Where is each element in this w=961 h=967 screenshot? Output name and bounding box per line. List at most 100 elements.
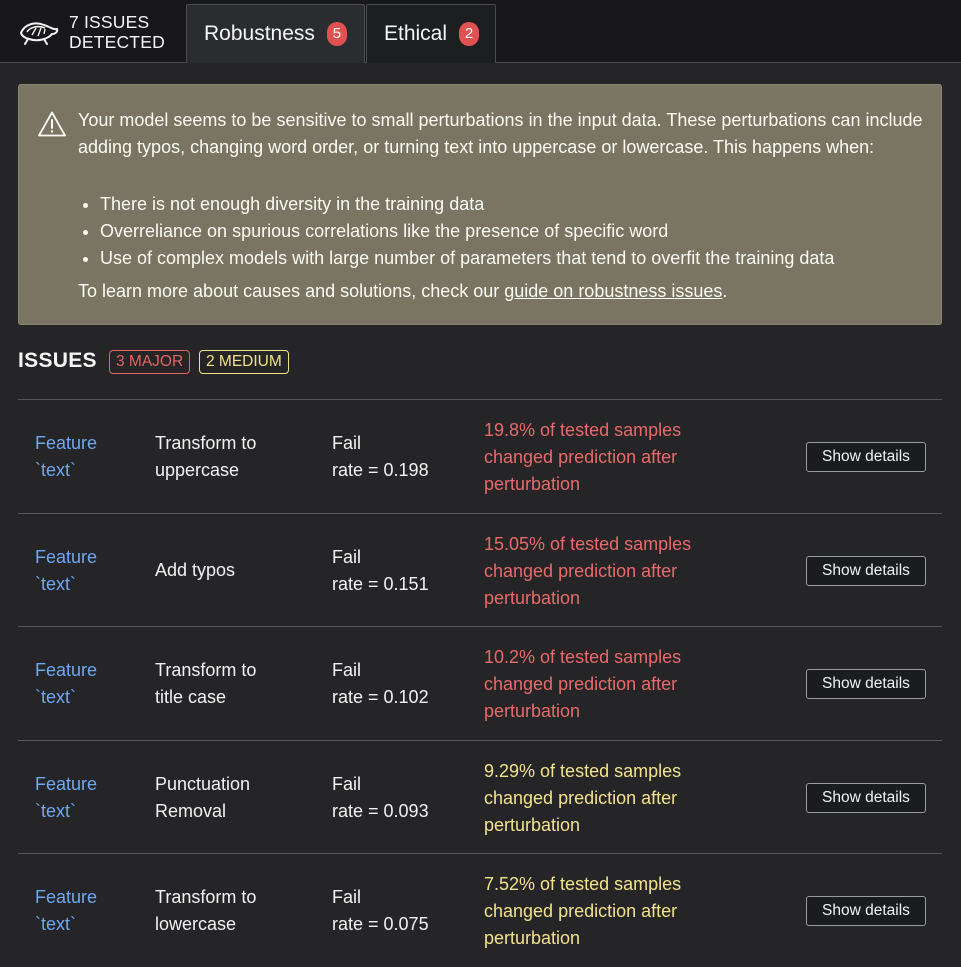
description-line: changed prediction after [484,447,678,467]
fail-rate-cell: Fail rate = 0.075 [332,884,429,938]
feature-label: Feature [35,660,98,680]
fail-rate-cell: Fail rate = 0.093 [332,771,429,825]
transformation-line: uppercase [155,460,240,480]
table-row: Feature `text` Transform to lowercase Fa… [18,853,942,967]
issue-description-cell: 19.8% of tested samples changed predicti… [484,417,774,498]
feature-cell[interactable]: Feature `text` [35,884,97,938]
warning-cause-item: Use of complex models with large number … [100,245,834,272]
issues-table: Feature `text` Transform to uppercase Fa… [18,399,942,967]
turtle-logo-icon [19,22,59,45]
transformation-line: lowercase [155,914,237,934]
table-row: Feature `text` Add typos Fail rate = 0.1… [18,512,942,627]
robustness-warning-panel: Your model seems to be sensitive to smal… [18,84,942,325]
tab-robustness[interactable]: Robustness 5 [186,4,365,63]
fail-rate-value: rate = 0.151 [332,573,429,594]
tab-ethical-label: Ethical [384,22,448,45]
description-line: 19.8% of tested samples [484,420,682,440]
fail-rate-value: rate = 0.093 [332,800,429,821]
description-line: perturbation [484,928,581,948]
description-line: perturbation [484,474,581,494]
table-row: Feature `text` Transform to uppercase Fa… [18,399,942,513]
warning-outro-text: To learn more about causes and solutions… [78,278,727,305]
table-row: Feature `text` Transform to title case F… [18,626,942,740]
top-bar: 7 ISSUES DETECTED Robustness 5 Ethical 2 [0,0,961,63]
feature-cell[interactable]: Feature `text` [35,771,97,825]
transformation-line: Transform to [155,887,257,907]
warning-causes-list: There is not enough diversity in the tra… [78,191,834,272]
feature-name: `text` [35,914,77,934]
transformation-line: Add typos [155,559,236,580]
transformation-cell: Transform to uppercase [155,430,256,484]
description-line: changed prediction after [484,560,678,581]
feature-name: `text` [35,573,77,594]
issues-section-title: ISSUES [18,349,97,372]
tab-robustness-label: Robustness [204,22,315,45]
fail-rate-value: rate = 0.102 [332,687,429,707]
description-line: 10.2% of tested samples [484,647,682,667]
warning-triangle-icon [38,111,66,137]
feature-label: Feature [35,546,98,567]
transformation-cell: Transform to title case [155,657,256,711]
feature-cell[interactable]: Feature `text` [35,657,97,711]
issue-description-cell: 10.2% of tested samples changed predicti… [484,644,774,725]
description-line: changed prediction after [484,674,678,694]
transformation-cell: Punctuation Removal [155,771,250,825]
warning-cause-item: Overreliance on spurious correlations li… [100,218,834,245]
tab-ethical-count-badge: 2 [459,22,480,46]
description-line: 9.29% of tested samples [484,760,682,781]
show-details-button[interactable]: Show details [806,555,926,586]
description-line: perturbation [484,814,581,835]
show-details-button[interactable]: Show details [806,896,926,926]
medium-issues-badge: 2 MEDIUM [199,350,289,374]
transformation-line: title case [155,687,227,707]
description-line: perturbation [484,701,581,721]
fail-rate-cell: Fail rate = 0.151 [332,544,429,598]
tab-robustness-count-badge: 5 [326,22,347,46]
transformation-line: Removal [155,800,227,821]
warning-intro-text: Your model seems to be sensitive to smal… [78,110,923,157]
feature-cell[interactable]: Feature `text` [35,430,97,484]
fail-rate-cell: Fail rate = 0.198 [332,430,429,484]
issue-description-cell: 9.29% of tested samples changed predicti… [484,758,774,839]
outro-suffix: . [722,281,728,301]
feature-label: Feature [35,773,98,794]
fail-rate-label: Fail [332,433,362,453]
transformation-line: Transform to [155,433,257,453]
major-issues-badge: 3 MAJOR [109,350,191,374]
issues-count-label: 7 ISSUES [69,12,150,32]
fail-rate-label: Fail [332,546,362,567]
show-details-button[interactable]: Show details [806,442,926,472]
feature-name: `text` [35,687,77,707]
fail-rate-value: rate = 0.198 [332,460,429,480]
fail-rate-label: Fail [332,887,362,907]
fail-rate-cell: Fail rate = 0.102 [332,657,429,711]
description-line: changed prediction after [484,901,678,921]
fail-rate-label: Fail [332,660,362,680]
detected-label: DETECTED [69,32,165,52]
transformation-cell: Add typos [155,557,235,584]
transformation-cell: Transform to lowercase [155,884,256,938]
tab-ethical[interactable]: Ethical 2 [366,4,496,63]
brand: 7 ISSUES DETECTED [18,12,165,52]
description-line: 7.52% of tested samples [484,874,682,894]
outro-prefix: To learn more about causes and solutions… [78,281,505,301]
warning-cause-item: There is not enough diversity in the tra… [100,191,834,218]
fail-rate-label: Fail [332,773,362,794]
feature-label: Feature [35,433,98,453]
description-line: changed prediction after [484,787,678,808]
description-line: 15.05% of tested samples [484,533,692,554]
issue-description-cell: 7.52% of tested samples changed predicti… [484,871,774,952]
issues-detected-title: 7 ISSUES DETECTED [69,12,165,52]
table-row: Feature `text` Punctuation Removal Fail … [18,739,942,854]
description-line: perturbation [484,587,581,608]
show-details-button[interactable]: Show details [806,782,926,813]
feature-name: `text` [35,800,77,821]
issue-description-cell: 15.05% of tested samples changed predict… [484,531,774,612]
transformation-line: Punctuation [155,773,251,794]
feature-cell[interactable]: Feature `text` [35,544,97,598]
fail-rate-value: rate = 0.075 [332,914,429,934]
robustness-guide-link[interactable]: guide on robustness issues [504,281,722,301]
transformation-line: Transform to [155,660,257,680]
show-details-button[interactable]: Show details [806,669,926,699]
feature-name: `text` [35,460,77,480]
